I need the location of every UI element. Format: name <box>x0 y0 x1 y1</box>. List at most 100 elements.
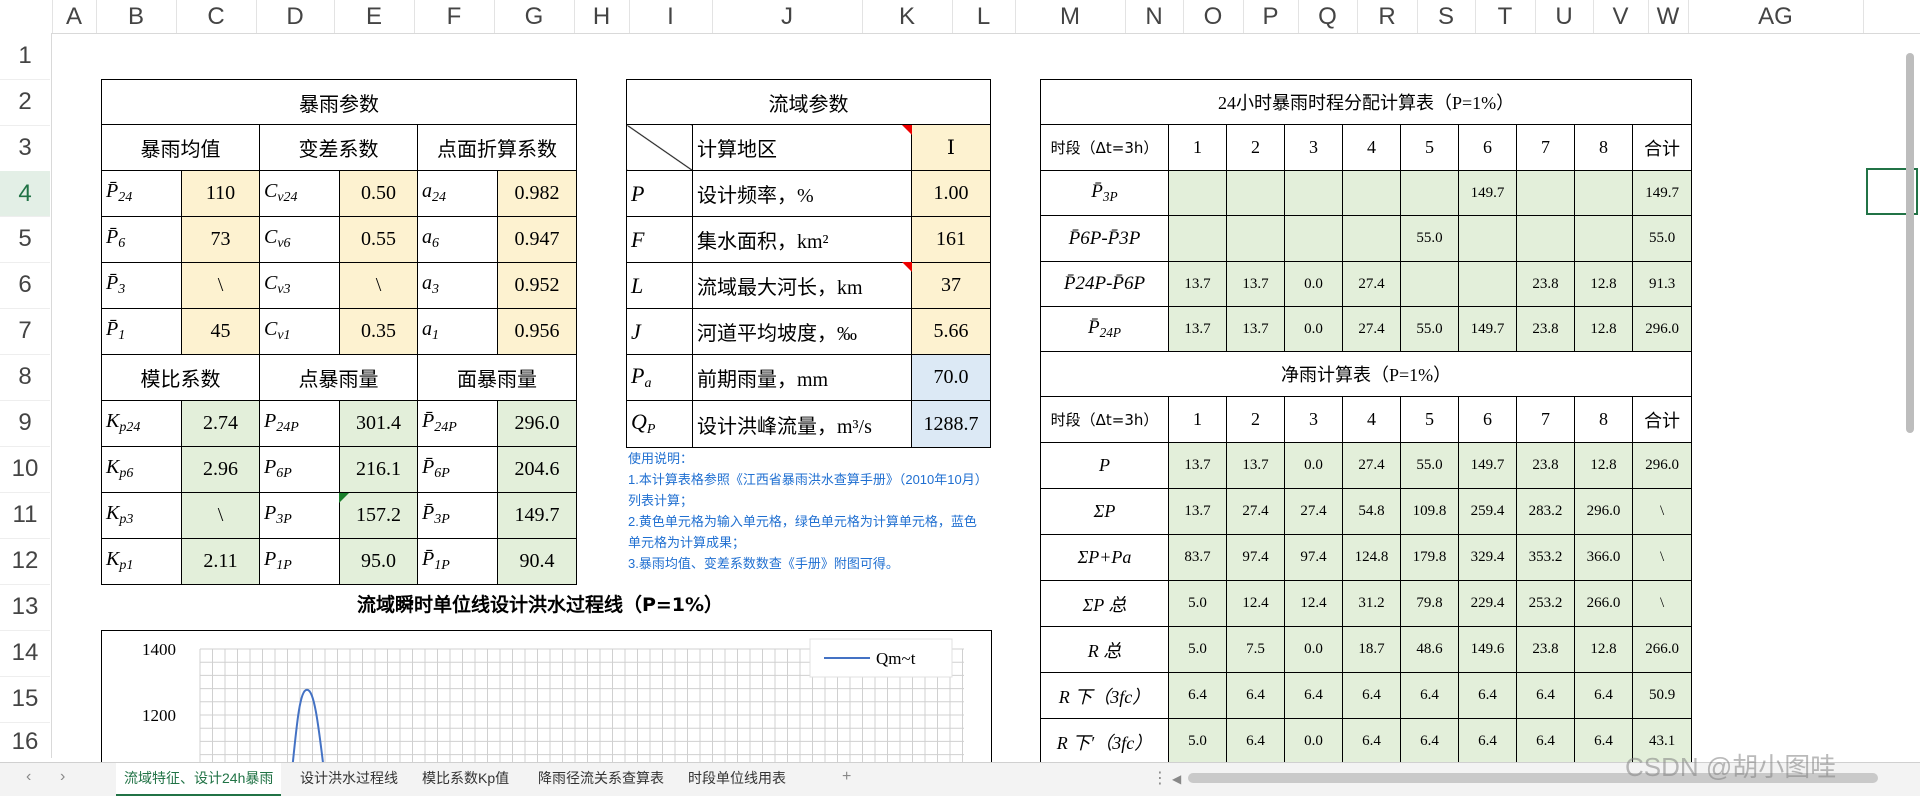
cv-value[interactable]: 0.50 <box>339 170 418 217</box>
comment-marker[interactable] <box>902 262 912 272</box>
column-header-A[interactable]: A <box>52 0 97 33</box>
storm-mean-header: 暴雨均值 <box>101 124 260 171</box>
dist-value <box>1574 215 1633 262</box>
column-header-R[interactable]: R <box>1357 0 1418 33</box>
symbol-subscript: 1P <box>434 558 450 574</box>
row-header-3[interactable]: 3 <box>0 125 50 172</box>
storm-mean-value[interactable]: 73 <box>181 216 260 263</box>
basin-value[interactable]: 37 <box>911 262 991 309</box>
row-header-4[interactable]: 4 <box>0 171 50 217</box>
sheet-tab-4[interactable]: 降雨径流关系查算表 <box>530 763 672 794</box>
row-header-9[interactable]: 9 <box>0 400 50 447</box>
column-header-W[interactable]: W <box>1648 0 1689 33</box>
areal-coef-value[interactable]: 0.982 <box>497 170 577 217</box>
symbol-subscript: 6 <box>118 236 126 252</box>
row-header-2[interactable]: 2 <box>0 79 50 126</box>
dist-value <box>1284 170 1343 216</box>
row-header-1[interactable]: 1 <box>0 33 50 80</box>
row-header-6[interactable]: 6 <box>0 262 50 309</box>
basin-value[interactable]: 161 <box>911 216 991 263</box>
column-header-T[interactable]: T <box>1475 0 1536 33</box>
column-header-C[interactable]: C <box>176 0 257 33</box>
symbol: P <box>264 548 277 571</box>
dist-value: 149.7 <box>1631 170 1693 216</box>
column-header-O[interactable]: O <box>1183 0 1244 33</box>
row-header-11[interactable]: 11 <box>0 492 50 539</box>
storm-title: 暴雨参数 <box>101 79 577 125</box>
storm-mean-value[interactable]: 45 <box>181 308 260 355</box>
areal-coef-value[interactable]: 0.952 <box>497 262 577 309</box>
cv-value[interactable]: 0.55 <box>339 216 418 263</box>
cv-value[interactable]: \ <box>339 262 418 309</box>
column-header-K[interactable]: K <box>862 0 953 33</box>
modulus-label: Kp24 <box>101 400 182 447</box>
net-value: 6.4 <box>1226 672 1285 719</box>
column-header-F[interactable]: F <box>414 0 495 33</box>
net-value: 27.4 <box>1226 488 1285 535</box>
row-header-5[interactable]: 5 <box>0 216 50 263</box>
period-col-header: 3 <box>1284 396 1343 443</box>
column-header-AG[interactable]: AG <box>1688 0 1864 33</box>
column-header-D[interactable]: D <box>256 0 335 33</box>
add-sheet-icon[interactable]: + <box>842 768 851 786</box>
storm-mean-value[interactable]: \ <box>181 262 260 309</box>
period-col-header: 4 <box>1342 396 1401 443</box>
column-header-P[interactable]: P <box>1243 0 1299 33</box>
usage-notes: 使用说明： 1.本计算表格参照《江西省暴雨洪水查算手册》（2010年10月）列表计… <box>628 448 984 574</box>
row-header-15[interactable]: 15 <box>0 676 50 723</box>
column-header-N[interactable]: N <box>1125 0 1184 33</box>
storm-mean-label: P̄3 <box>101 262 182 309</box>
column-header-L[interactable]: L <box>952 0 1016 33</box>
vertical-scroll-thumb[interactable] <box>1906 53 1914 433</box>
rain-distribution-table: 24小时暴雨时程分配计算表（P=1%） 时段（Δt=3h） 1 2 3 4 5 6 7 8 合计 P… <box>1039 79 1693 765</box>
row-header-12[interactable]: 12 <box>0 538 50 585</box>
sheet-tab-1[interactable]: 流域特征、设计24h暴雨 <box>116 763 282 796</box>
column-header-E[interactable]: E <box>334 0 415 33</box>
scroll-left-icon[interactable]: ◀ <box>1172 772 1181 786</box>
column-header-S[interactable]: S <box>1417 0 1476 33</box>
column-header-H[interactable]: H <box>574 0 630 33</box>
areal-coef-value[interactable]: 0.956 <box>497 308 577 355</box>
column-header-V[interactable]: V <box>1593 0 1649 33</box>
storm-mean-value[interactable]: 110 <box>181 170 260 217</box>
select-all-corner[interactable] <box>0 0 53 33</box>
dist-value <box>1516 170 1575 216</box>
row-header-16[interactable]: 16 <box>0 722 50 763</box>
areal-coef-value[interactable]: 0.947 <box>497 216 577 263</box>
row-header-14[interactable]: 14 <box>0 630 50 677</box>
vertical-scrollbar[interactable] <box>1905 33 1915 758</box>
column-header-G[interactable]: G <box>494 0 575 33</box>
cv-value[interactable]: 0.35 <box>339 308 418 355</box>
row-header-7[interactable]: 7 <box>0 308 50 355</box>
column-header-Q[interactable]: Q <box>1298 0 1358 33</box>
more-options-icon[interactable]: ⋮ <box>1152 768 1168 788</box>
dist-row-label: P̄6P-P̄3P <box>1040 215 1169 262</box>
symbol-subscript: 6 <box>432 236 439 252</box>
net-value: 6.4 <box>1516 672 1575 719</box>
basin-value[interactable]: 5.66 <box>911 308 991 355</box>
symbol: C <box>264 272 278 295</box>
error-marker[interactable] <box>339 493 349 503</box>
basin-value[interactable]: 1.00 <box>911 170 991 217</box>
prev-sheet-icon[interactable]: ‹ <box>26 768 31 786</box>
column-header-I[interactable]: I <box>629 0 713 33</box>
sheet-tab-2[interactable]: 设计洪水过程线 <box>292 763 406 794</box>
net-value: 253.2 <box>1516 580 1575 627</box>
dist-value <box>1400 261 1459 307</box>
symbol: P̄ <box>422 456 435 479</box>
sheet-tab-3[interactable]: 模比系数Kp值 <box>414 763 517 794</box>
row-header-10[interactable]: 10 <box>0 446 50 493</box>
column-header-M[interactable]: M <box>1015 0 1126 33</box>
column-header-B[interactable]: B <box>96 0 177 33</box>
basin-symbol: J <box>626 308 693 355</box>
dist-row-label: P̄3P <box>1040 170 1169 216</box>
period-col-header: 8 <box>1574 124 1633 171</box>
column-header-U[interactable]: U <box>1535 0 1594 33</box>
row-header-13[interactable]: 13 <box>0 584 50 631</box>
comment-marker[interactable] <box>902 125 912 135</box>
column-header-J[interactable]: J <box>712 0 863 33</box>
row-header-8[interactable]: 8 <box>0 354 50 401</box>
sheet-tab-5[interactable]: 时段单位线用表 <box>680 763 794 794</box>
basin-value[interactable]: Ⅰ <box>911 124 991 171</box>
next-sheet-icon[interactable]: › <box>60 768 65 786</box>
